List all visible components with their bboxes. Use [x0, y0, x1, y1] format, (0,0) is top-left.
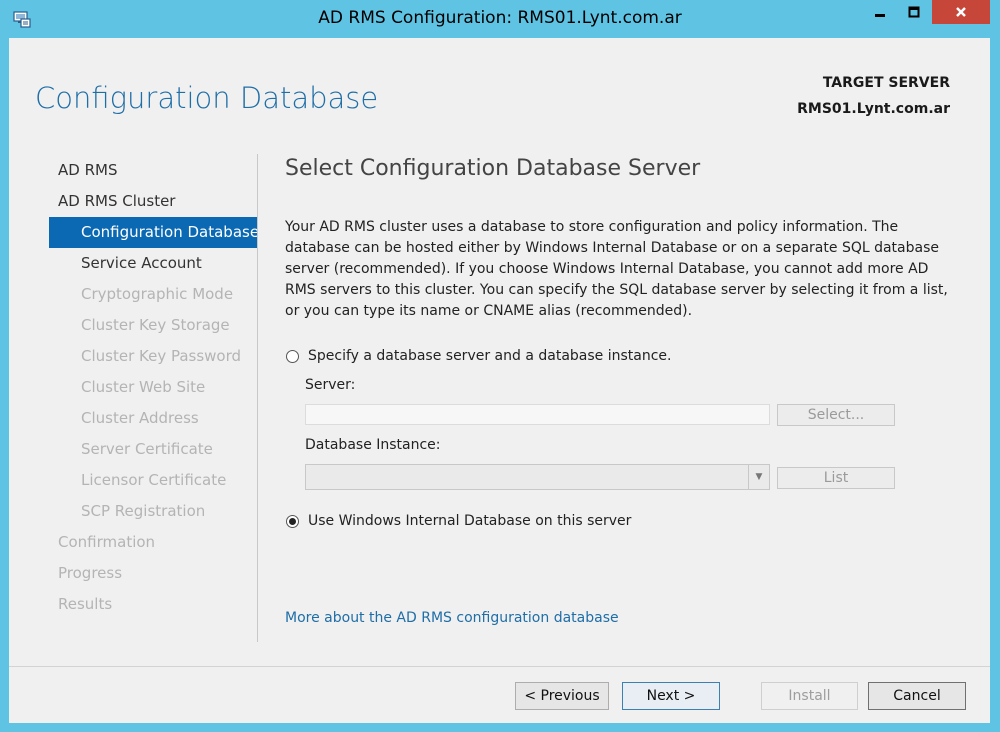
nav-item-scp-registration: SCP Registration [81, 502, 206, 520]
target-server-value: RMS01.Lynt.com.ar [797, 101, 950, 117]
nav-item-cryptographic-mode: Cryptographic Mode [81, 285, 234, 303]
section-description: Your AD RMS cluster uses a database to s… [285, 219, 948, 319]
database-instance-combo[interactable]: ▼ [305, 464, 770, 490]
wizard-nav: AD RMS AD RMS Cluster Configuration Data… [49, 155, 259, 620]
list-button[interactable]: List [777, 467, 895, 489]
title-bar[interactable]: AD RMS Configuration: RMS01.Lynt.com.ar [0, 0, 1000, 38]
option-windows-internal-database-label: Use Windows Internal Database on this se… [308, 513, 632, 529]
server-input[interactable] [305, 404, 770, 425]
page-title: Configuration Database [35, 81, 379, 115]
install-button: Install [761, 682, 858, 710]
option-windows-internal-database[interactable]: Use Windows Internal Database on this se… [286, 513, 631, 529]
cancel-button[interactable]: Cancel [868, 682, 966, 710]
nav-item-cluster-key-storage: Cluster Key Storage [81, 316, 230, 334]
nav-item-ad-rms[interactable]: AD RMS [49, 155, 257, 186]
option-sql-server-label: Specify a database server and a database… [308, 348, 672, 364]
nav-item-service-account[interactable]: Service Account [49, 248, 257, 279]
more-info-link[interactable]: More about the AD RMS configuration data… [285, 610, 619, 626]
nav-item-server-certificate: Server Certificate [81, 440, 213, 458]
server-label: Server: [305, 377, 356, 393]
radio-windows-internal-database[interactable] [286, 514, 299, 528]
nav-item-cluster-web-site: Cluster Web Site [81, 378, 206, 396]
nav-item-confirmation: Confirmation [58, 533, 156, 551]
close-button[interactable] [932, 0, 990, 24]
nav-item-configuration-database[interactable]: Configuration Database [49, 217, 259, 248]
close-icon [956, 7, 966, 17]
database-instance-label: Database Instance: [305, 437, 441, 453]
next-button[interactable]: Next > [622, 682, 720, 710]
previous-button[interactable]: < Previous [515, 682, 609, 710]
nav-item-cluster-key-password: Cluster Key Password [81, 347, 242, 365]
nav-divider [257, 154, 258, 642]
minimize-icon [875, 14, 885, 17]
nav-item-ad-rms-cluster[interactable]: AD RMS Cluster [49, 186, 257, 217]
window-title: AD RMS Configuration: RMS01.Lynt.com.ar [318, 8, 682, 28]
maximize-button[interactable] [898, 0, 930, 24]
nav-item-licensor-certificate: Licensor Certificate [81, 471, 227, 489]
nav-item-cluster-address: Cluster Address [81, 409, 199, 427]
chevron-down-icon[interactable]: ▼ [748, 465, 769, 489]
nav-item-progress: Progress [58, 564, 123, 582]
wizard-window: AD RMS Configuration: RMS01.Lynt.com.ar … [0, 0, 1000, 732]
wizard-footer: < Previous Next > Install Cancel [9, 667, 990, 723]
minimize-button[interactable] [864, 0, 896, 24]
option-sql-server[interactable]: Specify a database server and a database… [286, 348, 671, 364]
radio-sql-server[interactable] [286, 349, 299, 363]
target-server-label: TARGET SERVER [822, 75, 950, 91]
maximize-icon [908, 6, 920, 18]
select-button[interactable]: Select... [777, 404, 895, 426]
wizard-client-area: Configuration Database TARGET SERVER RMS… [9, 38, 990, 723]
section-title: Select Configuration Database Server [285, 156, 701, 181]
nav-item-results: Results [58, 595, 113, 613]
